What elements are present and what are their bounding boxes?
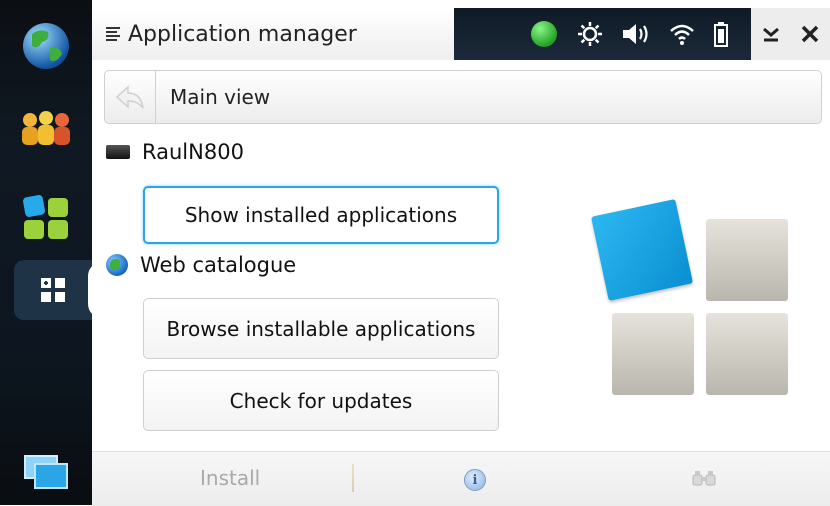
main-content: Main view RaulN800 Show installed applic…: [92, 60, 830, 451]
application-window: Application manager Main view RaulN800 S…: [92, 8, 830, 506]
app-title: Application manager: [128, 21, 357, 47]
close-button[interactable]: [790, 8, 829, 60]
web-section-header: Web catalogue: [106, 253, 296, 277]
search-icon[interactable]: [692, 469, 716, 489]
status-area[interactable]: [454, 8, 751, 60]
title-bar: Application manager: [92, 8, 830, 60]
minimize-button[interactable]: [751, 8, 790, 60]
apps-grid-icon[interactable]: [10, 188, 82, 248]
device-label: RaulN800: [142, 140, 244, 164]
show-installed-button[interactable]: Show installed applications: [143, 186, 499, 244]
check-updates-button[interactable]: Check for updates: [143, 370, 499, 431]
back-button[interactable]: [105, 71, 156, 123]
show-installed-label: Show installed applications: [184, 203, 458, 227]
presence-icon: [531, 21, 557, 47]
window-controls: [751, 8, 830, 60]
bottom-toolbar: Install i: [92, 451, 830, 506]
info-icon[interactable]: i: [464, 469, 486, 491]
web-catalogue-label: Web catalogue: [140, 253, 297, 277]
minimize-icon: [762, 27, 779, 42]
task-switcher-icon[interactable]: [10, 442, 82, 502]
toolbar-divider: [352, 464, 354, 492]
browse-installable-label: Browse installable applications: [166, 316, 476, 341]
logo-blue-square: [590, 198, 694, 302]
battery-icon: [714, 22, 728, 47]
title-menu[interactable]: Application manager: [92, 8, 455, 60]
browse-installable-button[interactable]: Browse installable applications: [143, 298, 499, 359]
back-arrow-icon: [115, 85, 144, 109]
volume-icon: [623, 24, 648, 44]
wifi-icon: [670, 24, 694, 45]
close-icon: [801, 25, 818, 43]
web-globe-icon: [106, 254, 128, 276]
breadcrumb-label: Main view: [170, 85, 271, 109]
globe-icon[interactable]: [10, 16, 82, 76]
menu-icon: [106, 27, 120, 41]
device-icon: [106, 145, 130, 159]
device-section-header: RaulN800: [106, 140, 244, 164]
install-button[interactable]: Install: [200, 466, 260, 490]
logo-square-top-right: [706, 219, 788, 301]
brightness-icon: [578, 22, 602, 46]
logo-square-bottom-left: [612, 313, 694, 395]
check-updates-label: Check for updates: [229, 388, 413, 413]
contacts-icon[interactable]: [10, 98, 82, 158]
logo-square-bottom-right: [706, 313, 788, 395]
app-manager-icon[interactable]: [14, 260, 92, 320]
breadcrumb: Main view: [104, 70, 822, 124]
launcher-bar: [0, 0, 102, 505]
